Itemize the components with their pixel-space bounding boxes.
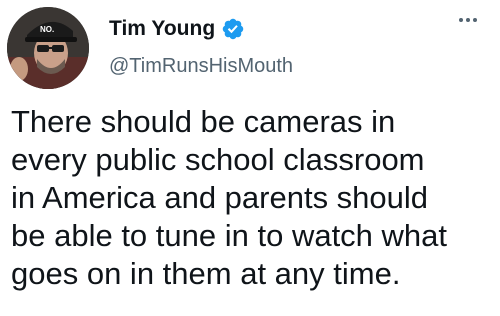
avatar[interactable]: NO. <box>7 7 89 89</box>
tweet-card: NO. Tim Young @TimRunsHisMouth There sho… <box>0 0 500 316</box>
name-row: Tim Young <box>109 14 245 44</box>
tweet-line: goes on in them at any time. <box>11 256 401 291</box>
avatar-image: NO. <box>7 7 89 89</box>
hat-text: NO. <box>40 25 54 34</box>
tweet-line: every public school classroom <box>11 142 425 177</box>
display-name[interactable]: Tim Young <box>109 14 215 44</box>
handle[interactable]: @TimRunsHisMouth <box>109 53 293 79</box>
tweet-line: in America and parents should <box>11 180 429 215</box>
tweet-line: There should be cameras in <box>11 104 396 139</box>
verified-badge-icon <box>221 17 245 41</box>
more-options-icon[interactable] <box>453 10 483 30</box>
tweet-line: be able to tune in to watch what <box>11 218 448 253</box>
tweet-text: There should be cameras in every public … <box>11 103 496 293</box>
